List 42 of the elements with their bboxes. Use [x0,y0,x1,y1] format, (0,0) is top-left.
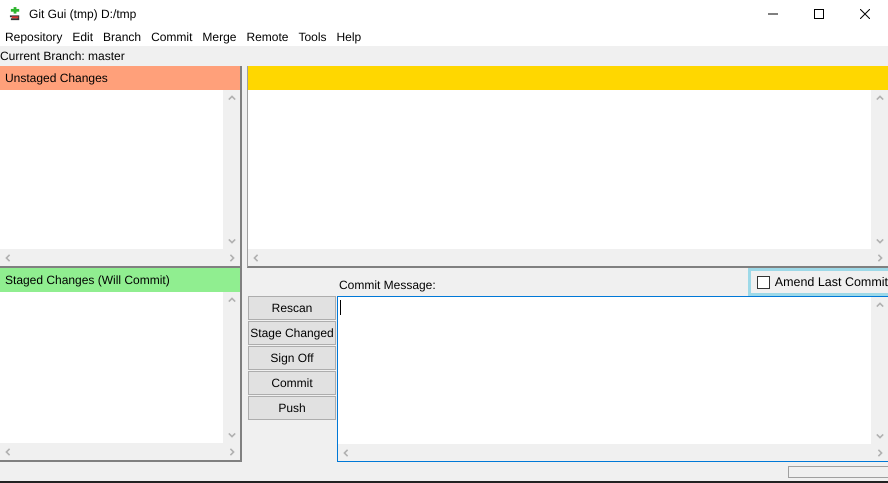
pane-header: Unstaged Changes [0,66,240,90]
scroll-down-icon[interactable] [874,237,884,245]
vertical-scrollbar[interactable] [871,297,888,444]
horizontal-scrollbar[interactable] [338,444,888,461]
menu-item[interactable]: Merge [197,28,242,46]
action-button[interactable]: Sign Off [248,346,336,370]
scroll-left-icon[interactable] [252,252,260,262]
action-button[interactable]: Stage Changed [248,321,336,345]
branch-label: Current Branch: master [0,48,125,65]
scroll-down-icon[interactable] [874,432,884,440]
pane-header: Staged Changes (Will Commit) [0,268,240,292]
git-logo-icon [9,6,22,22]
scroll-up-icon[interactable] [226,94,236,102]
menu-item[interactable]: Tools [293,28,332,46]
scroll-down-icon[interactable] [226,237,236,245]
scroll-down-icon[interactable] [226,431,236,439]
menu-item[interactable]: Branch [98,28,146,46]
text-cursor [340,300,341,315]
maximize-icon[interactable] [814,9,824,19]
action-button[interactable]: Commit [248,371,336,395]
scroll-right-icon[interactable] [228,446,236,456]
close-icon[interactable] [860,9,870,19]
scroll-right-icon[interactable] [876,252,884,262]
amend-checkbox[interactable]: Amend Last Commit [748,268,888,296]
menu-item[interactable]: Repository [0,28,68,46]
action-button[interactable]: Push [248,396,336,420]
menu-item[interactable]: Remote [241,28,294,46]
window-title: Git Gui (tmp) D:/tmp [29,6,136,23]
menu-item[interactable]: Help [331,28,366,46]
scroll-up-icon[interactable] [874,301,884,309]
commit-message-label: Commit Message: [338,277,436,294]
action-button[interactable]: Rescan [248,296,336,320]
menu-item[interactable]: Commit [146,28,198,46]
scroll-up-icon[interactable] [226,296,236,304]
scroll-left-icon[interactable] [4,252,12,262]
scroll-right-icon[interactable] [876,448,884,458]
checkbox[interactable] [756,276,770,288]
scroll-up-icon[interactable] [874,94,884,102]
scroll-right-icon[interactable] [228,252,236,262]
scroll-left-icon[interactable] [342,448,350,458]
scroll-left-icon[interactable] [4,446,12,456]
menu-item[interactable]: Edit [67,28,98,46]
